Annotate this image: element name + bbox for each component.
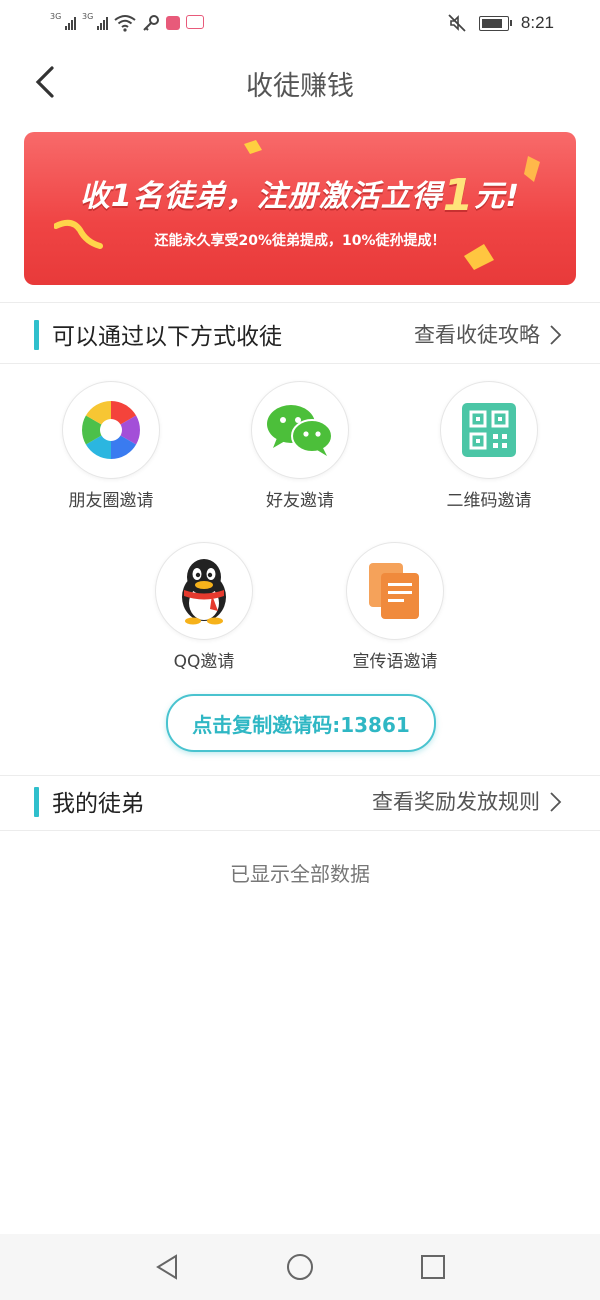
signal-icon: 3G	[82, 12, 108, 32]
friend-invite-option[interactable]: 好友邀请	[225, 381, 375, 511]
recents-square-icon[interactable]	[418, 1252, 448, 1282]
chevron-right-icon[interactable]	[548, 791, 562, 813]
reward-rules-link[interactable]: 查看奖励发放规则	[372, 786, 540, 816]
back-triangle-icon[interactable]	[152, 1252, 182, 1282]
app-notification-icon	[186, 15, 204, 29]
moments-invite-option[interactable]: 朋友圈邀请	[36, 381, 186, 511]
chevron-right-icon[interactable]	[548, 324, 562, 346]
banner-headline-unit: 元!	[474, 179, 521, 214]
qq-penguin-icon	[182, 559, 226, 625]
section-accent-bar	[34, 320, 39, 350]
qr-code-icon	[462, 403, 516, 457]
banner-headline-text: 收1名徒弟，注册激活立得	[79, 179, 443, 214]
status-bar: 3G 3G 8:21	[0, 0, 600, 46]
slogan-invite-label: 宣传语邀请	[352, 652, 438, 672]
all-data-shown-text: 已显示全部数据	[230, 862, 370, 886]
signal-icon: 3G	[50, 12, 76, 32]
status-icons-right: 8:21	[447, 12, 554, 34]
home-circle-icon[interactable]	[285, 1252, 315, 1282]
moments-icon-circle[interactable]	[62, 381, 160, 479]
invite-section-title: 可以通过以下方式收徒	[52, 324, 282, 350]
banner-headline-amount: 1	[442, 170, 475, 221]
confetti-decoration	[244, 140, 262, 154]
slogan-invite-option[interactable]: 宣传语邀请	[320, 542, 470, 672]
qq-invite-option[interactable]: QQ邀请	[129, 542, 279, 672]
top-nav-bar: 收徒赚钱	[0, 46, 600, 120]
wechat-icon-circle[interactable]	[251, 381, 349, 479]
status-time: 8:21	[520, 13, 554, 32]
wifi-icon	[114, 15, 136, 32]
system-navigation-bar	[0, 1234, 600, 1300]
disciples-section-header: 我的徒弟 查看奖励发放规则	[0, 770, 600, 831]
invite-section-header: 可以通过以下方式收徒 查看收徒攻略	[0, 303, 600, 364]
mute-icon	[448, 14, 466, 32]
slogan-icon-circle[interactable]	[346, 542, 444, 640]
banner-subline: 还能永久享受20%徒弟提成，10%徒孙提成！	[154, 233, 446, 249]
copy-invite-code-button[interactable]: 点击复制邀请码:13861	[166, 694, 436, 752]
status-icons-left: 3G 3G	[50, 12, 204, 32]
qq-invite-label: QQ邀请	[173, 652, 235, 672]
signal-type-label: 3G	[50, 12, 62, 21]
qq-icon-circle[interactable]	[155, 542, 253, 640]
key-icon	[143, 15, 159, 31]
camera-aperture-icon	[82, 401, 140, 459]
moments-invite-label: 朋友圈邀请	[68, 491, 154, 511]
banner-headline: 收1名徒弟，注册激活立得1元!	[24, 170, 576, 221]
qrcode-icon-circle[interactable]	[440, 381, 538, 479]
qrcode-invite-label: 二维码邀请	[446, 491, 532, 511]
app-notification-icon	[166, 16, 180, 30]
section-accent-bar	[34, 787, 39, 817]
friend-invite-label: 好友邀请	[266, 491, 334, 511]
promo-banner[interactable]: 收1名徒弟，注册激活立得1元! 还能永久享受20%徒弟提成，10%徒孙提成！	[24, 132, 576, 285]
qrcode-invite-option[interactable]: 二维码邀请	[414, 381, 564, 511]
wechat-icon	[267, 405, 333, 456]
disciples-section-title: 我的徒弟	[52, 791, 144, 817]
page-title: 收徒赚钱	[246, 71, 354, 102]
battery-icon	[478, 15, 512, 31]
document-copy-icon	[369, 563, 419, 619]
invite-guide-link[interactable]: 查看收徒攻略	[414, 319, 540, 349]
signal-type-label: 3G	[82, 12, 94, 21]
